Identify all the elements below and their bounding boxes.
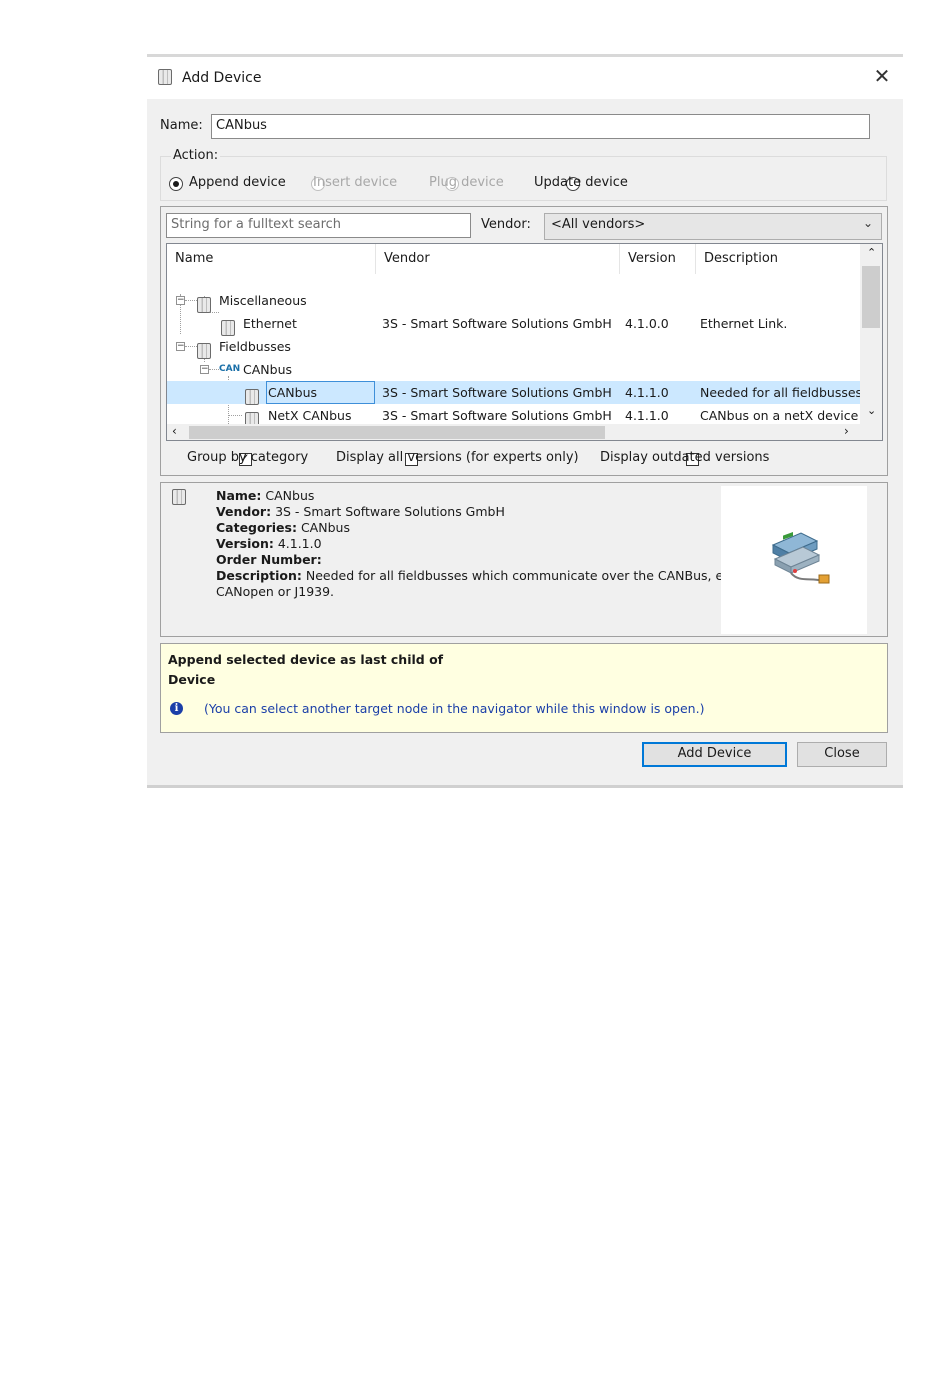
row-vendor: 3S - Smart Software Solutions GmbH xyxy=(382,385,612,400)
notice-hint: (You can select another target node in t… xyxy=(204,701,705,716)
append-device-radio[interactable] xyxy=(169,176,183,191)
close-icon[interactable]: ✕ xyxy=(871,65,893,87)
column-header-description[interactable]: Description xyxy=(696,244,860,274)
horizontal-scrollbar[interactable]: ‹ › xyxy=(167,424,882,440)
scroll-up-icon[interactable]: ⌃ xyxy=(867,246,876,259)
info-name: Name: CANbus xyxy=(216,488,315,503)
update-device-label[interactable]: Update device xyxy=(534,175,628,190)
column-header-version[interactable]: Version xyxy=(620,244,696,274)
title-bar: Add Device ✕ xyxy=(147,57,903,99)
info-icon: i xyxy=(170,702,183,715)
notice-line1: Append selected device as last child of xyxy=(168,652,444,667)
info-order-number: Order Number: xyxy=(216,552,322,567)
append-notice: Append selected device as last child of … xyxy=(160,643,888,733)
device-icon xyxy=(158,69,172,85)
row-name: Fieldbusses xyxy=(219,339,291,354)
column-header-name[interactable]: Name xyxy=(167,244,376,274)
device-icon xyxy=(197,342,211,359)
device-table[interactable]: Name Vendor Version Description − Miscel… xyxy=(166,243,883,441)
row-version: 4.1.1.0 xyxy=(625,385,669,400)
scroll-left-icon[interactable]: ‹ xyxy=(172,424,177,438)
collapse-icon[interactable]: − xyxy=(176,296,185,305)
tree-row-fieldbusses[interactable]: − Fieldbusses xyxy=(167,335,860,359)
add-device-dialog: Add Device ✕ Name: CANbus Action: Append… xyxy=(147,54,903,788)
append-device-label[interactable]: Append device xyxy=(189,175,286,190)
scroll-right-icon[interactable]: › xyxy=(844,424,849,438)
info-description: Description: Needed for all fieldbusses … xyxy=(216,568,740,583)
row-name: CANbus xyxy=(268,385,317,400)
row-name: Ethernet xyxy=(243,316,297,331)
column-header-vendor[interactable]: Vendor xyxy=(376,244,620,274)
action-label: Action: xyxy=(171,148,221,163)
row-name: CANbus xyxy=(243,362,292,377)
row-description: Needed for all fieldbusses w xyxy=(700,385,860,400)
device-info-panel: Name: CANbus Vendor: 3S - Smart Software… xyxy=(160,482,888,637)
insert-device-label: Insert device xyxy=(313,175,398,190)
display-outdated-label[interactable]: Display outdated versions xyxy=(600,450,769,465)
vendor-select-value: <All vendors> xyxy=(551,217,646,232)
can-icon: CAN xyxy=(219,364,241,374)
horizontal-scroll-thumb[interactable] xyxy=(189,426,605,439)
tree-row-canbus-category[interactable]: − CAN CANbus xyxy=(167,358,860,381)
tree-row-canbus-selected[interactable]: CANbus 3S - Smart Software Solutions Gmb… xyxy=(167,381,860,405)
chevron-down-icon: ⌄ xyxy=(862,216,873,230)
scroll-down-icon[interactable]: ⌄ xyxy=(867,404,876,417)
collapse-icon[interactable]: − xyxy=(200,365,209,374)
info-vendor: Vendor: 3S - Smart Software Solutions Gm… xyxy=(216,504,505,519)
row-version: 4.1.0.0 xyxy=(625,316,669,331)
tree-row-miscellaneous[interactable]: − Miscellaneous xyxy=(167,289,860,313)
vendor-select[interactable]: <All vendors> ⌄ xyxy=(544,213,882,240)
vendor-label: Vendor: xyxy=(481,217,531,232)
device-icon xyxy=(245,388,259,405)
fulltext-search-input[interactable]: String for a fulltext search xyxy=(166,213,471,238)
plug-device-label: Plug device xyxy=(429,175,504,190)
add-device-button[interactable]: Add Device xyxy=(642,742,787,767)
tree-row-ethernet[interactable]: Ethernet 3S - Smart Software Solutions G… xyxy=(167,312,860,336)
info-description-cont: CANopen or J1939. xyxy=(216,584,335,599)
display-all-versions-label[interactable]: Display all versions (for experts only) xyxy=(336,450,579,465)
row-name: Miscellaneous xyxy=(219,293,307,308)
device-image xyxy=(721,486,867,634)
vertical-scrollbar[interactable]: ⌃ ⌄ xyxy=(860,244,882,424)
info-categories: Categories: CANbus xyxy=(216,520,350,535)
row-vendor: 3S - Smart Software Solutions GmbH xyxy=(382,316,612,331)
name-label: Name: xyxy=(160,118,203,133)
info-version: Version: 4.1.1.0 xyxy=(216,536,322,551)
vertical-scroll-thumb[interactable] xyxy=(862,266,880,328)
row-description: Ethernet Link. xyxy=(700,316,788,331)
device-icon xyxy=(172,489,186,505)
network-card-icon xyxy=(771,531,830,584)
collapse-icon[interactable]: − xyxy=(176,342,185,351)
group-by-category-label[interactable]: Group by category xyxy=(187,450,308,465)
device-icon xyxy=(197,296,211,313)
close-button[interactable]: Close xyxy=(797,742,887,767)
notice-line2: Device xyxy=(168,672,216,687)
name-input[interactable]: CANbus xyxy=(211,114,870,139)
dialog-title: Add Device xyxy=(182,70,262,86)
device-icon xyxy=(221,319,235,336)
